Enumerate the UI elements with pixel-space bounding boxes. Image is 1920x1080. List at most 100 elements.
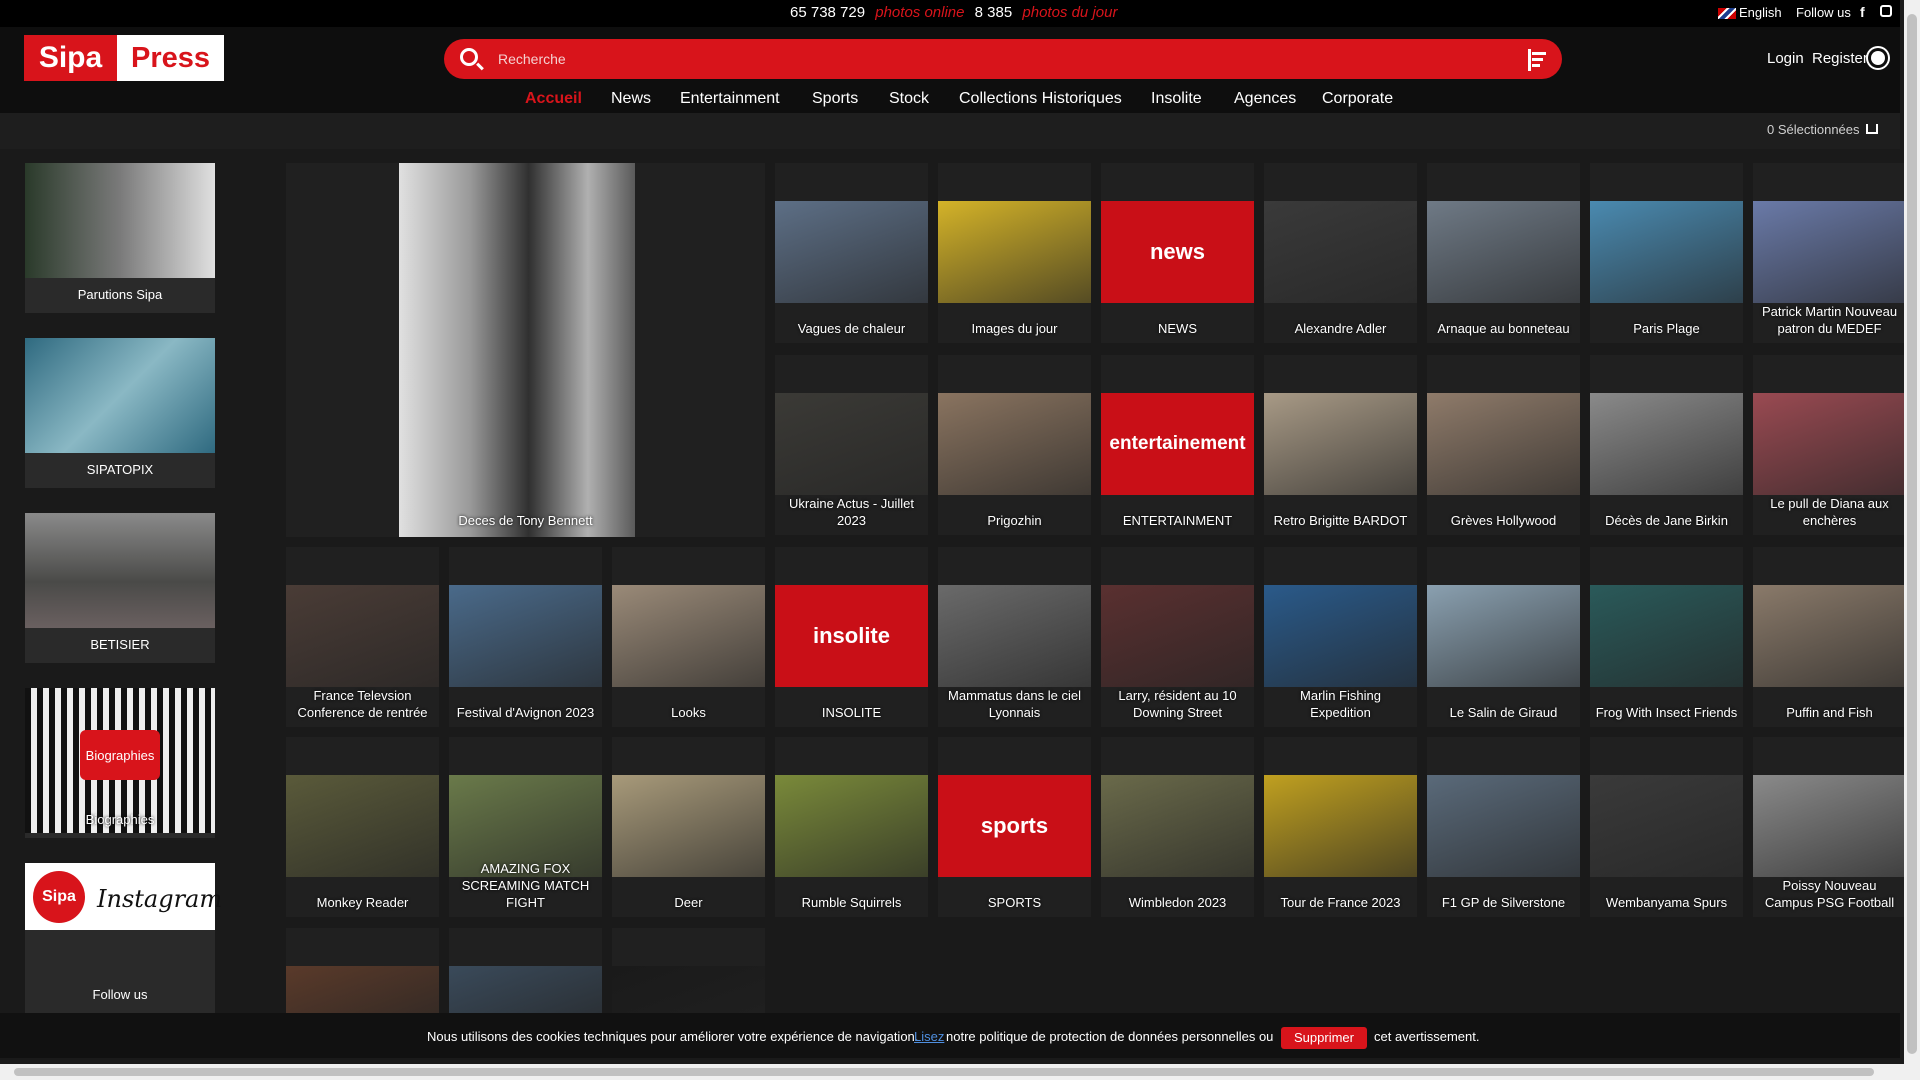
photo-card[interactable]: news NEWS [1101, 163, 1254, 343]
photo-card[interactable]: Marlin Fishing Expedition [1264, 547, 1417, 727]
nav-news[interactable]: News [611, 90, 651, 108]
photo-card[interactable]: Patrick Martin Nouveau patron du MEDEF [1753, 163, 1906, 343]
photo-card[interactable]: Frog With Insect Friends [1590, 547, 1743, 727]
selection-bar: 0 Sélectionnées [0, 113, 1900, 149]
photo-card[interactable] [286, 928, 439, 1013]
sidebar-card-instagram[interactable]: Sipa Instagram Follow us [25, 863, 222, 1013]
instagram-icon[interactable] [1880, 5, 1892, 17]
photo-card[interactable]: Rumble Squirrels [775, 737, 928, 917]
photo-card[interactable]: entertainement ENTERTAINMENT [1101, 355, 1254, 535]
sidebar-card-parutions[interactable]: Parutions Sipa [25, 163, 215, 313]
photo-card-label: Puffin and Fish [1786, 705, 1873, 720]
nav-agences[interactable]: Agences [1234, 90, 1296, 108]
photo-card[interactable]: Alexandre Adler [1264, 163, 1417, 343]
photo-card[interactable]: F1 GP de Silverstone [1427, 737, 1580, 917]
photo-thumbnail [1590, 393, 1743, 495]
photo-card-label: Images du jour [971, 321, 1058, 336]
photo-card[interactable]: insolite INSOLITE [775, 547, 928, 727]
cookie-policy-link[interactable]: Lisez [914, 1029, 944, 1044]
facebook-icon[interactable]: f [1860, 4, 1865, 20]
photo-card[interactable]: Tour de France 2023 [1264, 737, 1417, 917]
photo-thumbnail [1753, 201, 1906, 303]
photo-thumbnail [286, 966, 439, 1013]
photo-thumbnail [1753, 393, 1906, 495]
sidebar-card-betisier[interactable]: BETISIER [25, 513, 215, 663]
featured-label: Deces de Tony Bennett [458, 513, 593, 528]
photo-card-label: Le Salin de Giraud [1449, 705, 1558, 720]
photo-card-label: Monkey Reader [316, 895, 409, 910]
photo-card[interactable]: Poissy Nouveau Campus PSG Football [1753, 737, 1906, 917]
photo-card[interactable]: sports SPORTS [938, 737, 1091, 917]
logo-sipa: Sipa [24, 35, 117, 81]
sidebar-card-sipatopix[interactable]: SIPATOPIX [25, 338, 215, 488]
photo-card[interactable]: Retro Brigitte BARDOT [1264, 355, 1417, 535]
photo-card-label: Looks [671, 705, 706, 720]
horizontal-scrollbar[interactable] [0, 1064, 1904, 1080]
cookie-message-2: notre politique de protection de données… [946, 1029, 1274, 1044]
cookie-dismiss-button[interactable]: Supprimer [1281, 1027, 1367, 1049]
photos-day-label: photos du jour [1022, 4, 1118, 21]
photo-card-label: Alexandre Adler [1294, 321, 1387, 336]
photo-card-label: France Televsion Conference de rentrée [297, 688, 428, 720]
photo-card[interactable]: France Televsion Conference de rentrée [286, 547, 439, 727]
scrollbar-thumb[interactable] [1907, 14, 1917, 1054]
photo-card[interactable]: Ukraine Actus - Juillet 2023 [775, 355, 928, 535]
photo-card[interactable]: Deer [612, 737, 765, 917]
photos-online-count: 65 738 729 [790, 4, 866, 21]
photo-card[interactable] [449, 928, 602, 1013]
nav-stock[interactable]: Stock [889, 90, 929, 108]
nav-corporate[interactable]: Corporate [1322, 90, 1393, 108]
photo-card[interactable]: AMAZING FOX SCREAMING MATCH FIGHT [449, 737, 602, 917]
photo-card[interactable]: Wimbledon 2023 [1101, 737, 1254, 917]
language-selector[interactable]: English [1718, 5, 1782, 20]
vertical-scrollbar[interactable] [1904, 0, 1920, 1080]
login-link[interactable]: Login [1767, 50, 1804, 67]
nav-entertainment[interactable]: Entertainment [680, 90, 780, 108]
featured-card[interactable]: Deces de Tony Bennett [286, 163, 765, 537]
photos-online-label: photos online [875, 4, 965, 21]
photo-card[interactable]: Grèves Hollywood [1427, 355, 1580, 535]
cart-icon[interactable] [1866, 124, 1878, 134]
sidebar-card-biographies[interactable]: Biographies Biographies [25, 688, 215, 838]
photo-card[interactable]: Le pull de Diana aux enchères [1753, 355, 1906, 535]
photo-card-label: Mammatus dans le ciel Lyonnais [948, 688, 1081, 720]
photo-card[interactable] [612, 928, 765, 1013]
selection-count[interactable]: 0 Sélectionnées [1767, 122, 1860, 137]
sipa-press-logo[interactable]: Sipa Press [24, 35, 224, 81]
photo-card-label: F1 GP de Silverstone [1441, 895, 1566, 910]
filter-icon[interactable] [1526, 49, 1548, 71]
photo-card[interactable]: Puffin and Fish [1753, 547, 1906, 727]
photo-card[interactable]: Arnaque au bonneteau [1427, 163, 1580, 343]
search-icon[interactable] [460, 48, 478, 66]
theme-toggle-icon[interactable] [1871, 51, 1885, 65]
sidebar-label: SIPATOPIX [86, 462, 154, 477]
register-link[interactable]: Register [1812, 50, 1868, 67]
photo-card[interactable]: Prigozhin [938, 355, 1091, 535]
photo-card[interactable]: Images du jour [938, 163, 1091, 343]
photo-card[interactable]: Looks [612, 547, 765, 727]
photo-card-label: Marlin Fishing Expedition [1300, 688, 1381, 720]
nav-collections-historiques[interactable]: Collections Historiques [959, 90, 1122, 108]
photo-thumbnail [1427, 393, 1580, 495]
nav-accueil[interactable]: Accueil [525, 90, 582, 108]
photo-card-label: ENTERTAINMENT [1122, 513, 1233, 528]
photo-card[interactable]: Monkey Reader [286, 737, 439, 917]
hscrollbar-thumb[interactable] [14, 1068, 1874, 1076]
parutions-image [25, 163, 215, 278]
photo-card[interactable]: Vagues de chaleur [775, 163, 928, 343]
sidebar-label: Follow us [92, 987, 148, 1002]
photo-card[interactable]: Larry, résident au 10 Downing Street [1101, 547, 1254, 727]
photo-card[interactable]: Le Salin de Giraud [1427, 547, 1580, 727]
photo-thumbnail [1264, 393, 1417, 495]
nav-insolite[interactable]: Insolite [1151, 90, 1202, 108]
uk-flag-icon [1718, 8, 1736, 20]
photo-thumbnail [1101, 775, 1254, 877]
photo-card-label: NEWS [1158, 321, 1197, 336]
nav-sports[interactable]: Sports [812, 90, 858, 108]
search-input[interactable] [498, 45, 1458, 73]
photo-card[interactable]: Mammatus dans le ciel Lyonnais [938, 547, 1091, 727]
photo-card[interactable]: Paris Plage [1590, 163, 1743, 343]
photo-card[interactable]: Décès de Jane Birkin [1590, 355, 1743, 535]
photo-card[interactable]: Festival d'Avignon 2023 [449, 547, 602, 727]
photo-card[interactable]: Wembanyama Spurs [1590, 737, 1743, 917]
